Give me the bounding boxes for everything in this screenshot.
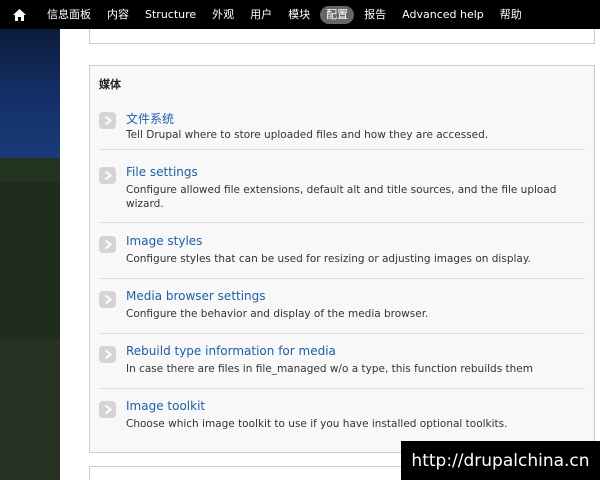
chevron-right-icon[interactable]	[99, 401, 116, 418]
item-description: In case there are files in file_managed …	[126, 363, 533, 375]
toolbar-item-configuration[interactable]: 配置	[320, 5, 355, 24]
list-item: Media browser settings Configure the beh…	[99, 289, 585, 334]
item-description: Configure the behavior and display of th…	[126, 308, 429, 320]
image-styles-link[interactable]: Image styles	[126, 234, 202, 248]
chevron-right-icon[interactable]	[99, 346, 116, 363]
file-system-link[interactable]: 文件系统	[126, 110, 174, 127]
toolbar-item-modules[interactable]: 模块	[282, 6, 316, 24]
left-background-band	[0, 158, 60, 182]
admin-toolbar: 信息面板 内容 Structure 外观 用户 模块 配置 报告 Advance…	[0, 0, 600, 29]
panel-title: 媒体	[99, 78, 121, 91]
left-background-blue	[0, 29, 60, 158]
media-panel: 媒体 文件系统 Tell Drupal where to store uploa…	[89, 65, 595, 453]
rebuild-type-information-link[interactable]: Rebuild type information for media	[126, 344, 336, 358]
toolbar-item-help[interactable]: 帮助	[494, 6, 528, 24]
chevron-right-icon[interactable]	[99, 291, 116, 308]
list-item: Rebuild type information for media In ca…	[99, 344, 585, 389]
list-item: Image toolkit Choose which image toolkit…	[99, 399, 585, 439]
home-icon[interactable]	[12, 8, 26, 22]
list-item: File settings Configure allowed file ext…	[99, 165, 585, 223]
toolbar-item-content[interactable]: 内容	[101, 6, 135, 24]
left-background-mid	[0, 182, 60, 339]
chevron-right-icon[interactable]	[99, 236, 116, 253]
chevron-right-icon[interactable]	[99, 167, 116, 184]
item-description: Choose which image toolkit to use if you…	[126, 418, 508, 430]
left-background-low	[0, 339, 60, 480]
toolbar-item-reports[interactable]: 报告	[358, 6, 392, 24]
left-background	[0, 29, 60, 480]
list-item: 文件系统 Tell Drupal where to store uploaded…	[99, 110, 585, 150]
chevron-right-icon[interactable]	[99, 112, 116, 129]
item-description: Tell Drupal where to store uploaded file…	[126, 129, 489, 141]
toolbar-item-advanced-help[interactable]: Advanced help	[396, 6, 490, 24]
list-item: Image styles Configure styles that can b…	[99, 234, 585, 279]
toolbar-item-structure[interactable]: Structure	[139, 6, 202, 24]
toolbar-item-appearance[interactable]: 外观	[206, 6, 240, 24]
media-browser-settings-link[interactable]: Media browser settings	[126, 289, 266, 303]
toolbar-item-dashboard[interactable]: 信息面板	[41, 6, 97, 24]
image-toolkit-link[interactable]: Image toolkit	[126, 399, 205, 413]
item-description: Configure styles that can be used for re…	[126, 253, 531, 265]
item-description: Configure allowed file extensions, defau…	[126, 184, 557, 210]
toolbar-item-people[interactable]: 用户	[244, 6, 278, 24]
watermark: http://drupalchina.cn	[401, 441, 600, 480]
main-content: 媒体 文件系统 Tell Drupal where to store uploa…	[60, 23, 600, 480]
file-settings-link[interactable]: File settings	[126, 165, 198, 179]
